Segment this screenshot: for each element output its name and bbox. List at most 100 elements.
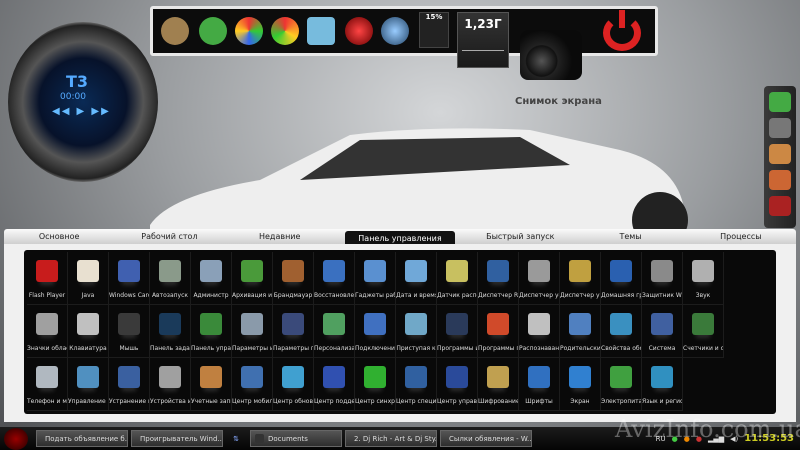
dock-icon[interactable] — [769, 118, 791, 138]
taskbar-button[interactable]: Подать объявление б... — [36, 430, 128, 447]
clock[interactable]: 11:53:53 — [744, 433, 794, 444]
start-button[interactable] — [4, 427, 28, 450]
item-label: Java — [81, 292, 95, 299]
media-icon[interactable] — [345, 17, 373, 45]
tab-0[interactable]: Основное — [4, 229, 114, 244]
control-panel-item[interactable]: Flash Player — [27, 252, 68, 305]
dock-icon[interactable] — [769, 92, 791, 112]
control-panel-item[interactable]: Значки облас — [27, 305, 68, 358]
control-panel-item[interactable]: Шифрование — [478, 358, 519, 411]
tab-6[interactable]: Процессы — [686, 229, 796, 244]
control-panel-icon — [651, 313, 673, 335]
shield-icon[interactable]: ● — [672, 435, 678, 443]
control-panel-item[interactable]: Защитник Wi — [642, 252, 683, 305]
taskbar-button[interactable]: Documents — [250, 430, 342, 447]
control-panel-item[interactable]: Приступая к — [396, 305, 437, 358]
control-panel-item[interactable]: Звук — [683, 252, 724, 305]
control-panel-item[interactable]: Домашняя гр — [601, 252, 642, 305]
control-panel-item[interactable]: Подключения — [355, 305, 396, 358]
item-label: Управление ц — [68, 398, 108, 405]
taskbar-button[interactable]: 2. Dj Rich - Art & Dj Sty... — [345, 430, 437, 447]
antivirus-icon[interactable]: ● — [696, 435, 702, 443]
control-panel-item[interactable]: Родительский — [560, 305, 601, 358]
control-panel-item[interactable]: Администр — [191, 252, 232, 305]
screenshot-label[interactable]: Снимок экрана — [515, 96, 602, 107]
globe-icon[interactable] — [381, 17, 409, 45]
control-panel-item[interactable]: Автозапуск — [150, 252, 191, 305]
control-panel-item[interactable]: Устройства и — [150, 358, 191, 411]
control-panel-item[interactable]: Центр управл — [437, 358, 478, 411]
control-panel-item[interactable]: Язык и регио — [642, 358, 683, 411]
control-panel-item[interactable]: Центр поддер — [314, 358, 355, 411]
control-panel-item[interactable]: Диспетчер уч — [560, 252, 601, 305]
control-panel-item[interactable]: Дата и время — [396, 252, 437, 305]
switch-windows-icon[interactable]: ⇅ — [226, 435, 246, 443]
app-tray-icon[interactable]: ● — [684, 435, 690, 443]
browser-icon[interactable] — [235, 17, 263, 45]
dock-icon[interactable] — [769, 144, 791, 164]
control-panel-item[interactable]: Панель управ — [191, 305, 232, 358]
control-panel-item[interactable]: Диспетчер Re — [478, 252, 519, 305]
control-panel-item[interactable]: Программы п — [478, 305, 519, 358]
control-panel-item[interactable]: Шрифты — [519, 358, 560, 411]
media-player-widget[interactable]: T3 00:00 ◀◀ ▶ ▶▶ — [8, 22, 158, 182]
control-panel-item[interactable]: Диспетчер ус — [519, 252, 560, 305]
control-panel-item[interactable]: Датчик распо — [437, 252, 478, 305]
language-indicator[interactable]: RU — [656, 435, 666, 443]
control-panel-item[interactable]: Центр синхро — [355, 358, 396, 411]
control-panel-item[interactable]: Мышь — [109, 305, 150, 358]
taskbar-button[interactable]: Проигрыватель Wind... — [131, 430, 223, 447]
taskbar-label: Подать объявление б... — [45, 434, 128, 443]
taskbar-button[interactable]: Сылки обявления - W... — [440, 430, 532, 447]
control-panel-item[interactable]: Гаджеты раб — [355, 252, 396, 305]
control-panel-item[interactable]: Персонализа — [314, 305, 355, 358]
control-panel-item[interactable]: Телефон и мо — [27, 358, 68, 411]
control-panel-icon — [487, 260, 509, 282]
control-panel-item[interactable]: Windows Card — [109, 252, 150, 305]
volume-icon[interactable]: ◀) — [730, 435, 738, 443]
item-label: Параметры и — [232, 345, 272, 352]
control-panel-item[interactable]: Экран — [560, 358, 601, 411]
control-panel-item[interactable]: Восстановлен — [314, 252, 355, 305]
control-panel-item[interactable]: Архивация и — [232, 252, 273, 305]
control-panel-item[interactable]: Параметры п — [273, 305, 314, 358]
control-panel-item[interactable]: Учетные запи — [191, 358, 232, 411]
control-panel-item[interactable]: Устранение н — [109, 358, 150, 411]
control-panel-item[interactable]: Счетчики и с — [683, 305, 724, 358]
control-panel-item[interactable]: Система — [642, 305, 683, 358]
control-panel-icon — [446, 260, 468, 282]
control-panel-item[interactable]: Брандмауэр — [273, 252, 314, 305]
tab-3[interactable]: Панель управления — [344, 231, 456, 244]
tab-1[interactable]: Рабочий стол — [114, 229, 224, 244]
dock-icon[interactable] — [769, 196, 791, 216]
item-label: Язык и регио — [642, 398, 682, 405]
control-panel-item[interactable]: Панель задач — [150, 305, 191, 358]
tab-5[interactable]: Темы — [575, 229, 685, 244]
control-panel-item[interactable]: Центр специа — [396, 358, 437, 411]
chrome-icon[interactable] — [271, 17, 299, 45]
control-panel-item[interactable]: Центр мобиль — [232, 358, 273, 411]
tab-4[interactable]: Быстрый запуск — [465, 229, 575, 244]
control-panel-item[interactable]: Клавиатура — [68, 305, 109, 358]
item-label: Шифрование — [478, 398, 518, 405]
app-icon[interactable] — [199, 17, 227, 45]
control-panel-item[interactable]: Свойства обо — [601, 305, 642, 358]
control-panel-item[interactable]: Java — [68, 252, 109, 305]
camera-icon[interactable] — [520, 30, 582, 80]
control-panel-item[interactable]: Распознавани — [519, 305, 560, 358]
skull-icon[interactable] — [161, 17, 189, 45]
control-panel-item[interactable]: Центр обновл — [273, 358, 314, 411]
control-panel-icon — [323, 260, 345, 282]
control-panel-item[interactable]: Программы и — [437, 305, 478, 358]
control-panel-icon — [36, 313, 58, 335]
network-icon[interactable]: ▂▄▆ — [708, 435, 724, 443]
control-panel-item[interactable]: Параметры и — [232, 305, 273, 358]
player-controls[interactable]: ◀◀ ▶ ▶▶ — [52, 106, 111, 117]
control-panel-item[interactable]: Управление ц — [68, 358, 109, 411]
power-icon[interactable] — [603, 10, 641, 51]
tab-2[interactable]: Недавние — [225, 229, 335, 244]
control-panel-item[interactable]: Электропитан — [601, 358, 642, 411]
control-panel-icon — [159, 366, 181, 388]
recycle-bin-icon[interactable] — [307, 17, 335, 45]
dock-icon[interactable] — [769, 170, 791, 190]
